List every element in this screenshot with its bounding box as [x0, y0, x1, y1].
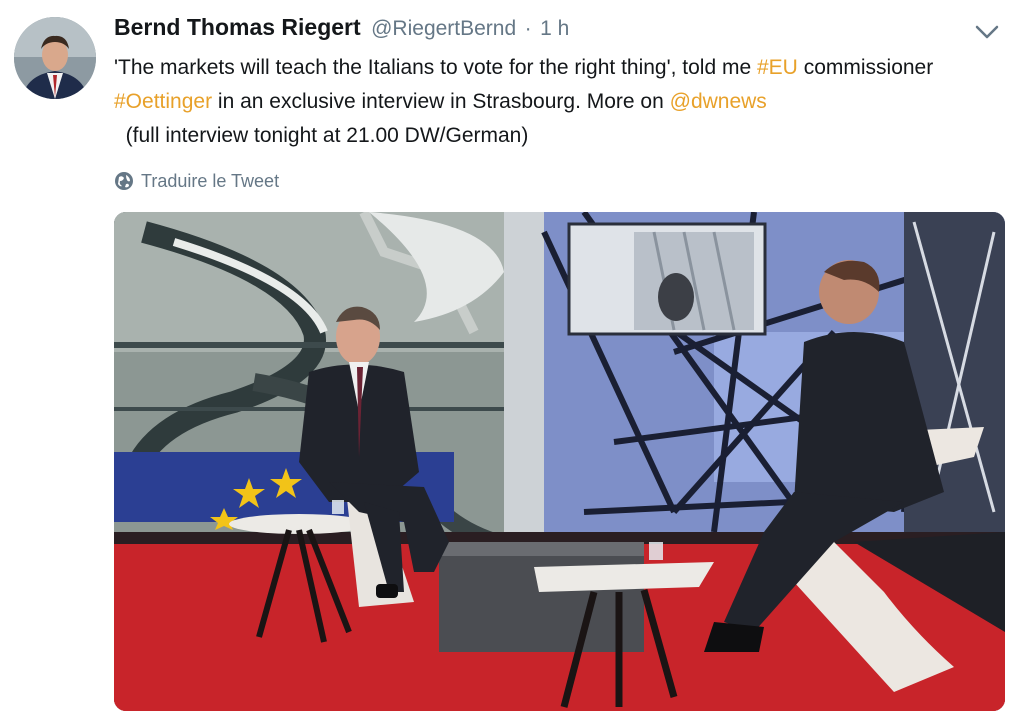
tweet-text-part: (full interview tonight at 21.00 DW/Germ… [114, 124, 529, 147]
tweet-text-part: commissioner [797, 56, 934, 79]
tweet-text: 'The markets will teach the Italians to … [114, 51, 944, 153]
tweet-header: Bernd Thomas Riegert @RiegertBernd · 1 h [114, 14, 569, 46]
tweet-photo[interactable] [114, 212, 1005, 711]
hashtag-eu-link[interactable]: #EU [757, 56, 798, 79]
author-name[interactable]: Bernd Thomas Riegert [114, 14, 361, 40]
mention-dwnews-link[interactable]: @dwnews [670, 90, 767, 113]
separator-dot: · [524, 17, 532, 40]
globe-icon [115, 172, 133, 190]
tweet-text-part: in an exclusive interview in Strasbourg.… [212, 90, 670, 113]
translate-label: Traduire le Tweet [141, 170, 280, 191]
chevron-down-icon[interactable] [974, 22, 1000, 42]
translate-tweet-link[interactable]: Traduire le Tweet [114, 168, 279, 194]
author-handle[interactable]: @RiegertBernd [371, 17, 516, 40]
tweet: Bernd Thomas Riegert @RiegertBernd · 1 h… [0, 0, 1024, 722]
avatar[interactable] [14, 17, 96, 99]
hashtag-oettinger-link[interactable]: #Oettinger [114, 90, 212, 113]
tweet-text-part: 'The markets will teach the Italians to … [114, 56, 757, 79]
tweet-timestamp[interactable]: 1 h [540, 17, 569, 40]
